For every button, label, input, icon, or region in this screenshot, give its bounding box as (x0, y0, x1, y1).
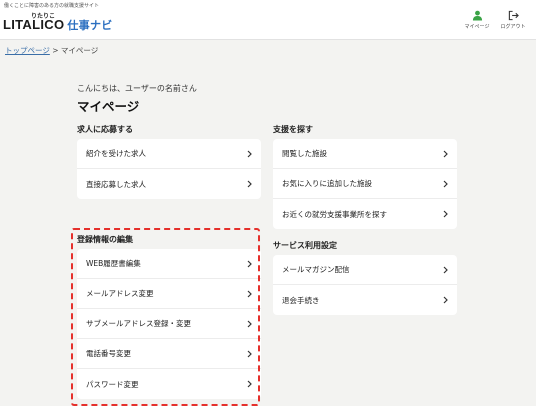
menu-item-viewed-facilities[interactable]: 閲覧した施設 (273, 139, 457, 169)
menu-item-direct-applications[interactable]: 直接応募した求人 (77, 169, 261, 199)
logout-icon (508, 10, 519, 21)
chevron-right-icon (443, 266, 448, 273)
site-logo[interactable]: LITALICO 仕事ナビ (3, 17, 113, 33)
chevron-right-icon (247, 350, 252, 357)
section-title-apply: 求人に応募する (77, 125, 133, 134)
section-support: 支援を探す 閲覧した施設 お気に入りに追加した施設 お近くの就労支援事業所を探す (273, 124, 457, 229)
site-header: 働くことに障害のある方の就職支援サイト りたりこ LITALICO 仕事ナビ マ… (0, 0, 536, 40)
chevron-right-icon (443, 150, 448, 157)
chevron-right-icon (443, 210, 448, 218)
menu-item-label: メールアドレス変更 (86, 289, 154, 298)
person-icon (472, 10, 482, 21)
menu-item-label: 紹介を受けた求人 (86, 149, 146, 158)
logout-label: ログアウト (500, 24, 526, 30)
card-support: 閲覧した施設 お気に入りに追加した施設 お近くの就労支援事業所を探す (273, 139, 457, 229)
menu-item-sub-email[interactable]: サブメールアドレス登録・変更 (77, 309, 261, 339)
greeting-text: こんにちは、ユーザーの名前さん (77, 84, 197, 93)
logout-button[interactable]: ログアウト (497, 10, 529, 34)
section-profile: 登録情報の編集 WEB履歴書編集 メールアドレス変更 サブメールアドレス登録・変… (77, 234, 261, 399)
menu-item-label: サブメールアドレス登録・変更 (86, 319, 191, 328)
chevron-right-icon (443, 296, 448, 304)
menu-item-label: お気に入りに追加した施設 (282, 179, 372, 188)
logo-main-text: LITALICO (3, 17, 65, 32)
chevron-right-icon (247, 290, 252, 297)
chevron-right-icon (247, 320, 252, 327)
card-apply: 紹介を受けた求人 直接応募した求人 (77, 139, 261, 199)
breadcrumb-current: マイページ (60, 46, 99, 55)
chevron-right-icon (443, 180, 448, 187)
menu-item-label: パスワード変更 (86, 379, 139, 389)
menu-item-favorite-facilities[interactable]: お気に入りに追加した施設 (273, 169, 457, 199)
menu-item-change-phone[interactable]: 電話番号変更 (77, 339, 261, 369)
breadcrumb-home-link[interactable]: トップページ (5, 46, 50, 55)
section-title-service: サービス利用設定 (273, 241, 337, 250)
mypage-label: マイページ (464, 24, 490, 30)
mypage-button[interactable]: マイページ (463, 10, 491, 34)
menu-item-label: メールマガジン配信 (282, 265, 350, 274)
section-apply: 求人に応募する 紹介を受けた求人 直接応募した求人 (77, 124, 261, 199)
section-service: サービス利用設定 メールマガジン配信 退会手続き (273, 240, 457, 315)
menu-item-newsletter[interactable]: メールマガジン配信 (273, 255, 457, 285)
chevron-right-icon (247, 380, 252, 388)
menu-item-label: お近くの就労支援事業所を探す (282, 209, 387, 219)
chevron-right-icon (247, 260, 252, 267)
menu-item-label: 閲覧した施設 (282, 149, 327, 158)
breadcrumb-separator: > (49, 46, 61, 55)
card-profile: WEB履歴書編集 メールアドレス変更 サブメールアドレス登録・変更 電話番号変更… (77, 249, 261, 399)
chevron-right-icon (247, 150, 252, 157)
section-title-profile: 登録情報の編集 (77, 235, 133, 244)
menu-item-nearby-support[interactable]: お近くの就労支援事業所を探す (273, 199, 457, 229)
breadcrumb: トップページ > マイページ (5, 45, 98, 56)
card-service: メールマガジン配信 退会手続き (273, 255, 457, 315)
menu-item-referred-jobs[interactable]: 紹介を受けた求人 (77, 139, 261, 169)
menu-item-unsubscribe[interactable]: 退会手続き (273, 285, 457, 315)
page-title: マイページ (77, 99, 140, 114)
menu-item-label: 電話番号変更 (86, 349, 131, 358)
logo-sub-text: 仕事ナビ (67, 20, 113, 32)
menu-item-change-password[interactable]: パスワード変更 (77, 369, 261, 399)
chevron-right-icon (247, 180, 252, 188)
menu-item-change-email[interactable]: メールアドレス変更 (77, 279, 261, 309)
menu-item-label: WEB履歴書編集 (86, 259, 141, 268)
site-tagline: 働くことに障害のある方の就職支援サイト (4, 3, 100, 9)
menu-item-label: 直接応募した求人 (86, 179, 146, 189)
menu-item-label: 退会手続き (282, 295, 320, 305)
section-title-support: 支援を探す (273, 125, 313, 134)
menu-item-web-resume[interactable]: WEB履歴書編集 (77, 249, 261, 279)
